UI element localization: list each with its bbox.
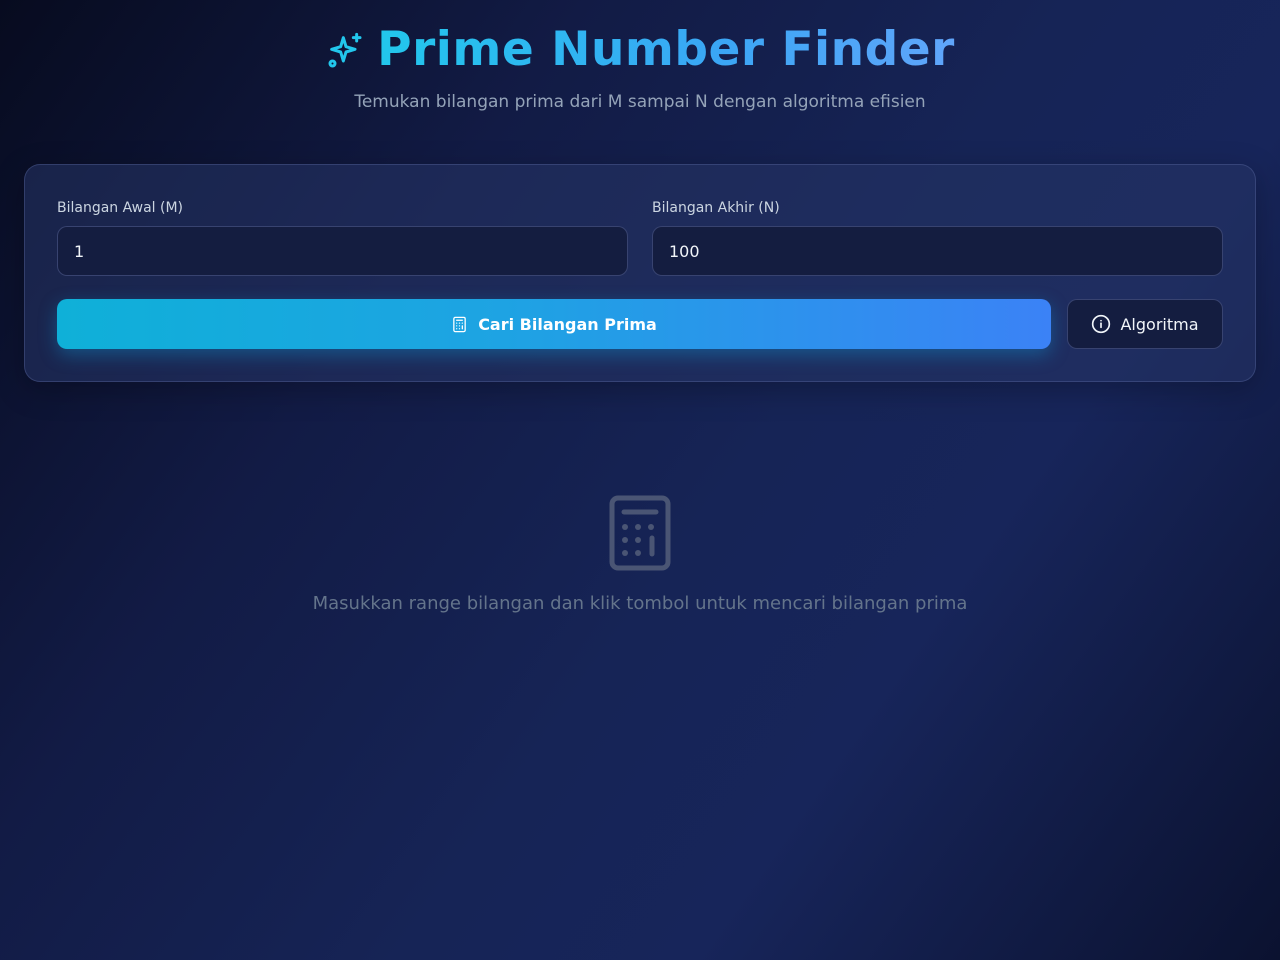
page-subtitle: Temukan bilangan prima dari M sampai N d… — [354, 92, 926, 112]
find-primes-button[interactable]: Cari Bilangan Prima — [57, 299, 1051, 349]
app-header: Prime Number Finder Temukan bilangan pri… — [0, 22, 1280, 114]
end-field: Bilangan Akhir (N) — [652, 199, 1223, 276]
input-card: Bilangan Awal (M) Bilangan Akhir (N) Car… — [24, 164, 1256, 382]
calculator-icon — [451, 315, 468, 334]
algorithm-button-label: Algoritma — [1120, 314, 1199, 334]
info-icon — [1091, 314, 1111, 334]
title-row: Prime Number Finder — [325, 22, 955, 78]
find-primes-button-label: Cari Bilangan Prima — [478, 314, 657, 334]
start-field-label: Bilangan Awal (M) — [57, 200, 184, 216]
empty-state: Masukkan range bilangan dan klik tombol … — [0, 494, 1280, 616]
end-field-label: Bilangan Akhir (N) — [652, 200, 780, 216]
empty-state-message: Masukkan range bilangan dan klik tombol … — [312, 593, 968, 614]
end-number-input[interactable] — [652, 226, 1223, 276]
calculator-icon — [608, 494, 672, 574]
page-title: Prime Number Finder — [377, 22, 955, 77]
sparkles-icon — [325, 31, 365, 71]
algorithm-button[interactable]: Algoritma — [1067, 299, 1223, 349]
start-number-input[interactable] — [57, 226, 628, 276]
start-field: Bilangan Awal (M) — [57, 199, 628, 276]
